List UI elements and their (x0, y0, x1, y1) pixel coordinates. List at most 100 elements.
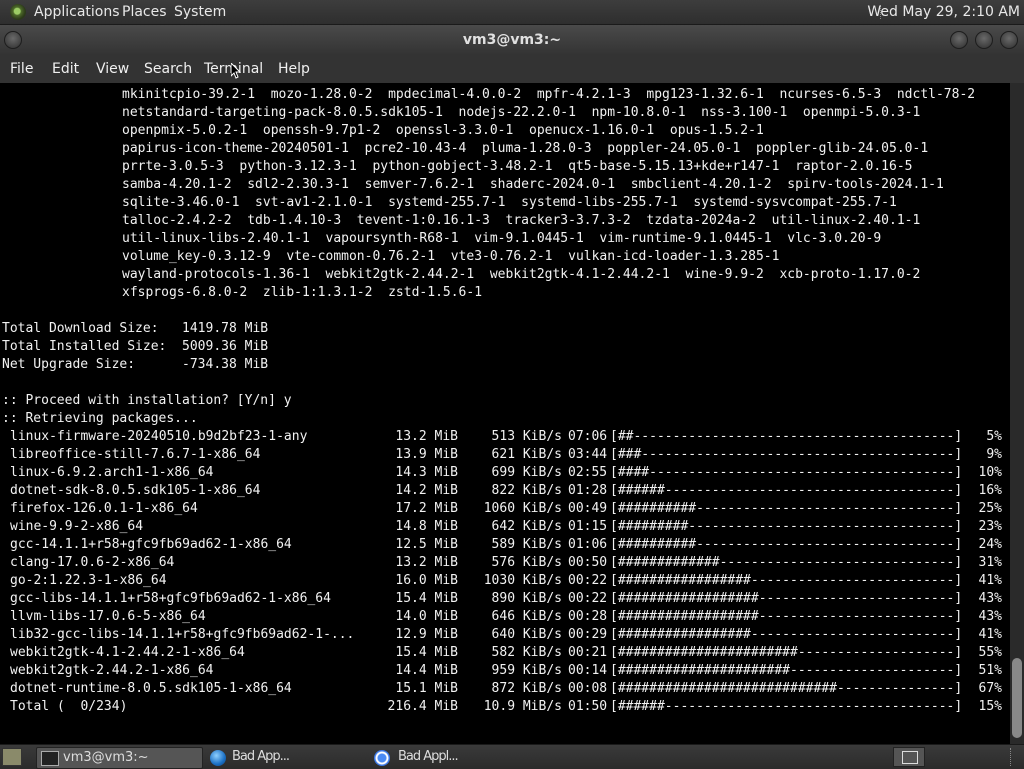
download-percent: 31% (978, 555, 1002, 570)
download-row: webkit2gtk-4.1-2.44.2-1-x86_64 15.4 MiB 58… (0, 644, 1010, 662)
download-name: Total ( 0/234) (10, 699, 128, 714)
download-eta: 01:28 (568, 483, 608, 498)
download-percent: 55% (978, 645, 1002, 660)
download-row: llvm-libs-17.0.6-5-x86_64 14.0 MiB 646 KiB… (0, 608, 1010, 626)
download-percent: 16% (978, 483, 1002, 498)
download-size: 13.2 MiB (395, 429, 458, 444)
download-name: firefox-126.0.1-1-x86_64 (10, 501, 198, 516)
download-name: wine-9.9-2-x86_64 (10, 519, 144, 534)
menu-help[interactable]: Help (278, 61, 310, 77)
download-eta: 01:50 (568, 699, 608, 714)
taskbar-item-terminal[interactable]: vm3@vm3:~ (36, 747, 203, 769)
show-desktop-icon[interactable] (2, 748, 22, 766)
download-percent: 5% (986, 429, 1002, 444)
download-row: go-2:1.22.3-1-x86_64 16.0 MiB 1030 KiB/s 00… (0, 572, 1010, 590)
clock[interactable]: Wed May 29, 2:10 AM (867, 4, 1020, 20)
package-line: samba-4.20.1-2 sdl2-2.30.3-1 semver-7.6.… (122, 177, 944, 192)
download-percent: 51% (978, 663, 1002, 678)
download-progress-bar: [######################-----------------… (610, 663, 963, 678)
download-rate: 1060 KiB/s (483, 501, 562, 516)
download-rate: 576 KiB/s (491, 555, 562, 570)
download-percent: 23% (978, 519, 1002, 534)
download-name: libreoffice-still-7.6.7-1-x86_64 (10, 447, 261, 462)
download-percent: 41% (978, 573, 1002, 588)
download-progress-bar: [#################----------------------… (610, 627, 963, 642)
window-titlebar[interactable]: vm3@vm3:~ (0, 25, 1024, 55)
download-name: dotnet-runtime-8.0.5.sdk105-1-x86_64 (10, 681, 292, 696)
menu-file[interactable]: File (10, 61, 33, 77)
applications-menu[interactable]: Applications (34, 4, 120, 20)
terminal-scrollbar[interactable] (1010, 83, 1024, 744)
close-icon[interactable] (1000, 31, 1018, 49)
package-line: papirus-icon-theme-20240501-1 pcre2-10.4… (122, 141, 929, 156)
chromium-icon (374, 750, 390, 766)
download-row: linux-firmware-20240510.b9d2bf23-1-any 13… (0, 428, 1010, 446)
download-size: 14.8 MiB (395, 519, 458, 534)
summary-upgrade-size: Net Upgrade Size: -734.38 MiB (2, 357, 269, 372)
scrollbar-thumb[interactable] (1012, 658, 1022, 738)
download-row: lib32-gcc-libs-14.1.1+r58+gfc9fb69ad62-1… (0, 626, 1010, 644)
distro-logo-icon[interactable] (10, 4, 26, 20)
menu-search[interactable]: Search (144, 61, 192, 77)
download-percent: 67% (978, 681, 1002, 696)
places-menu[interactable]: Places (122, 4, 167, 20)
download-row: linux-6.9.2.arch1-1-x86_64 14.3 MiB 699 Ki… (0, 464, 1010, 482)
tray-icon[interactable] (893, 747, 925, 767)
taskbar-item-label: Bad App... (232, 749, 290, 764)
taskbar-item-browser[interactable]: Bad App... (208, 747, 368, 767)
download-name: lib32-gcc-libs-14.1.1+r58+gfc9fb69ad62-1… (10, 627, 355, 642)
download-rate: 872 KiB/s (491, 681, 562, 696)
download-size: 14.2 MiB (395, 483, 458, 498)
download-eta: 00:14 (568, 663, 608, 678)
menu-view[interactable]: View (96, 61, 129, 77)
package-line: volume_key-0.3.12-9 vte-common-0.76.2-1 … (122, 249, 780, 264)
download-eta: 00:50 (568, 555, 608, 570)
download-progress-bar: [######---------------------------------… (610, 483, 963, 498)
package-line: xfsprogs-6.8.0-2 zlib-1:1.3.1-2 zstd-1.5… (122, 285, 483, 300)
download-size: 15.4 MiB (395, 591, 458, 606)
download-row: webkit2gtk-2.44.2-1-x86_64 14.4 MiB 959 Ki… (0, 662, 1010, 680)
download-row: Total ( 0/234) 216.4 MiB 10.9 MiB/s 01:50 [#… (0, 698, 1010, 716)
package-line: mkinitcpio-39.2-1 mozo-1.28.0-2 mpdecima… (122, 87, 976, 102)
package-line: netstandard-targeting-pack-8.0.5.sdk105-… (122, 105, 921, 120)
download-name: llvm-libs-17.0.6-5-x86_64 (10, 609, 206, 624)
download-name: linux-6.9.2.arch1-1-x86_64 (10, 465, 214, 480)
download-percent: 10% (978, 465, 1002, 480)
menu-edit[interactable]: Edit (52, 61, 79, 77)
download-progress-bar: [#############--------------------------… (610, 555, 963, 570)
download-progress-bar: [##################---------------------… (610, 609, 963, 624)
download-rate: 513 KiB/s (491, 429, 562, 444)
globe-icon (210, 750, 226, 766)
taskbar-item-label: Bad Appl... (398, 749, 459, 764)
minimize-icon[interactable] (950, 31, 968, 49)
menubar: File Edit View Search Terminal Help (0, 55, 1024, 83)
download-eta: 00:22 (568, 591, 608, 606)
window-title: vm3@vm3:~ (462, 32, 562, 48)
download-eta: 02:55 (568, 465, 608, 480)
download-rate: 10.9 MiB/s (483, 699, 562, 714)
maximize-icon[interactable] (975, 31, 993, 49)
download-size: 17.2 MiB (395, 501, 458, 516)
download-size: 12.9 MiB (395, 627, 458, 642)
download-percent: 24% (978, 537, 1002, 552)
download-eta: 01:06 (568, 537, 608, 552)
download-row: dotnet-runtime-8.0.5.sdk105-1-x86_64 15.1… (0, 680, 1010, 698)
download-eta: 00:22 (568, 573, 608, 588)
download-rate: 646 KiB/s (491, 609, 562, 624)
download-progress-bar: [####-----------------------------------… (610, 465, 963, 480)
terminal-icon (41, 751, 59, 766)
terminal-output[interactable]: mkinitcpio-39.2-1 mozo-1.28.0-2 mpdecima… (0, 83, 1010, 744)
proceed-prompt: :: Proceed with installation? [Y/n] y (2, 393, 292, 408)
download-rate: 642 KiB/s (491, 519, 562, 534)
download-row: dotnet-sdk-8.0.5.sdk105-1-x86_64 14.2 MiB… (0, 482, 1010, 500)
taskbar-item-browser[interactable]: Bad Appl... (374, 747, 544, 767)
download-size: 216.4 MiB (387, 699, 458, 714)
download-row: firefox-126.0.1-1-x86_64 17.2 MiB 1060 KiB… (0, 500, 1010, 518)
download-progress-bar: [#########------------------------------… (610, 519, 963, 534)
download-eta: 03:44 (568, 447, 608, 462)
download-rate: 640 KiB/s (491, 627, 562, 642)
download-eta: 00:08 (568, 681, 608, 696)
system-menu[interactable]: System (174, 4, 226, 20)
download-name: gcc-libs-14.1.1+r58+gfc9fb69ad62-1-x86_6… (10, 591, 331, 606)
download-rate: 822 KiB/s (491, 483, 562, 498)
